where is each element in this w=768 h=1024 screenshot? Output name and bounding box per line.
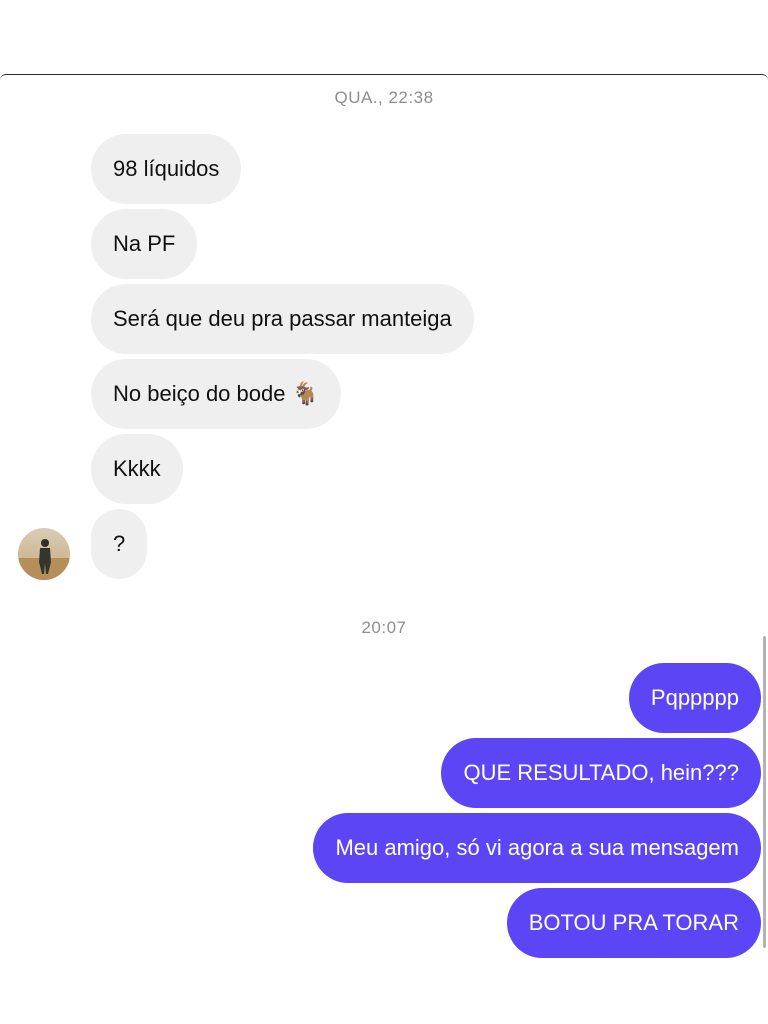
outgoing-message[interactable]: QUE RESULTADO, hein???: [441, 738, 761, 808]
scrollbar[interactable]: [763, 636, 766, 948]
incoming-message[interactable]: No beiço do bode 🐐: [91, 359, 341, 429]
incoming-message[interactable]: 98 líquidos: [91, 134, 242, 204]
timestamp-divider: QUA., 22:38: [334, 88, 434, 107]
outgoing-message[interactable]: Meu amigo, só vi agora a sua mensagem: [313, 813, 761, 883]
incoming-message[interactable]: Será que deu pra passar manteiga: [91, 284, 474, 354]
outgoing-message[interactable]: Pqppppp: [628, 663, 761, 733]
incoming-message[interactable]: Kkkk: [91, 434, 183, 504]
outgoing-message[interactable]: BOTOU PRA TORAR: [506, 888, 761, 958]
avatar-photo-icon: [18, 528, 70, 580]
contact-avatar[interactable]: [18, 528, 70, 580]
chat-panel-top-edge: [0, 74, 768, 81]
incoming-message[interactable]: Na PF: [91, 209, 198, 279]
incoming-message[interactable]: ?: [91, 509, 148, 579]
timestamp-divider: 20:07: [361, 618, 407, 637]
